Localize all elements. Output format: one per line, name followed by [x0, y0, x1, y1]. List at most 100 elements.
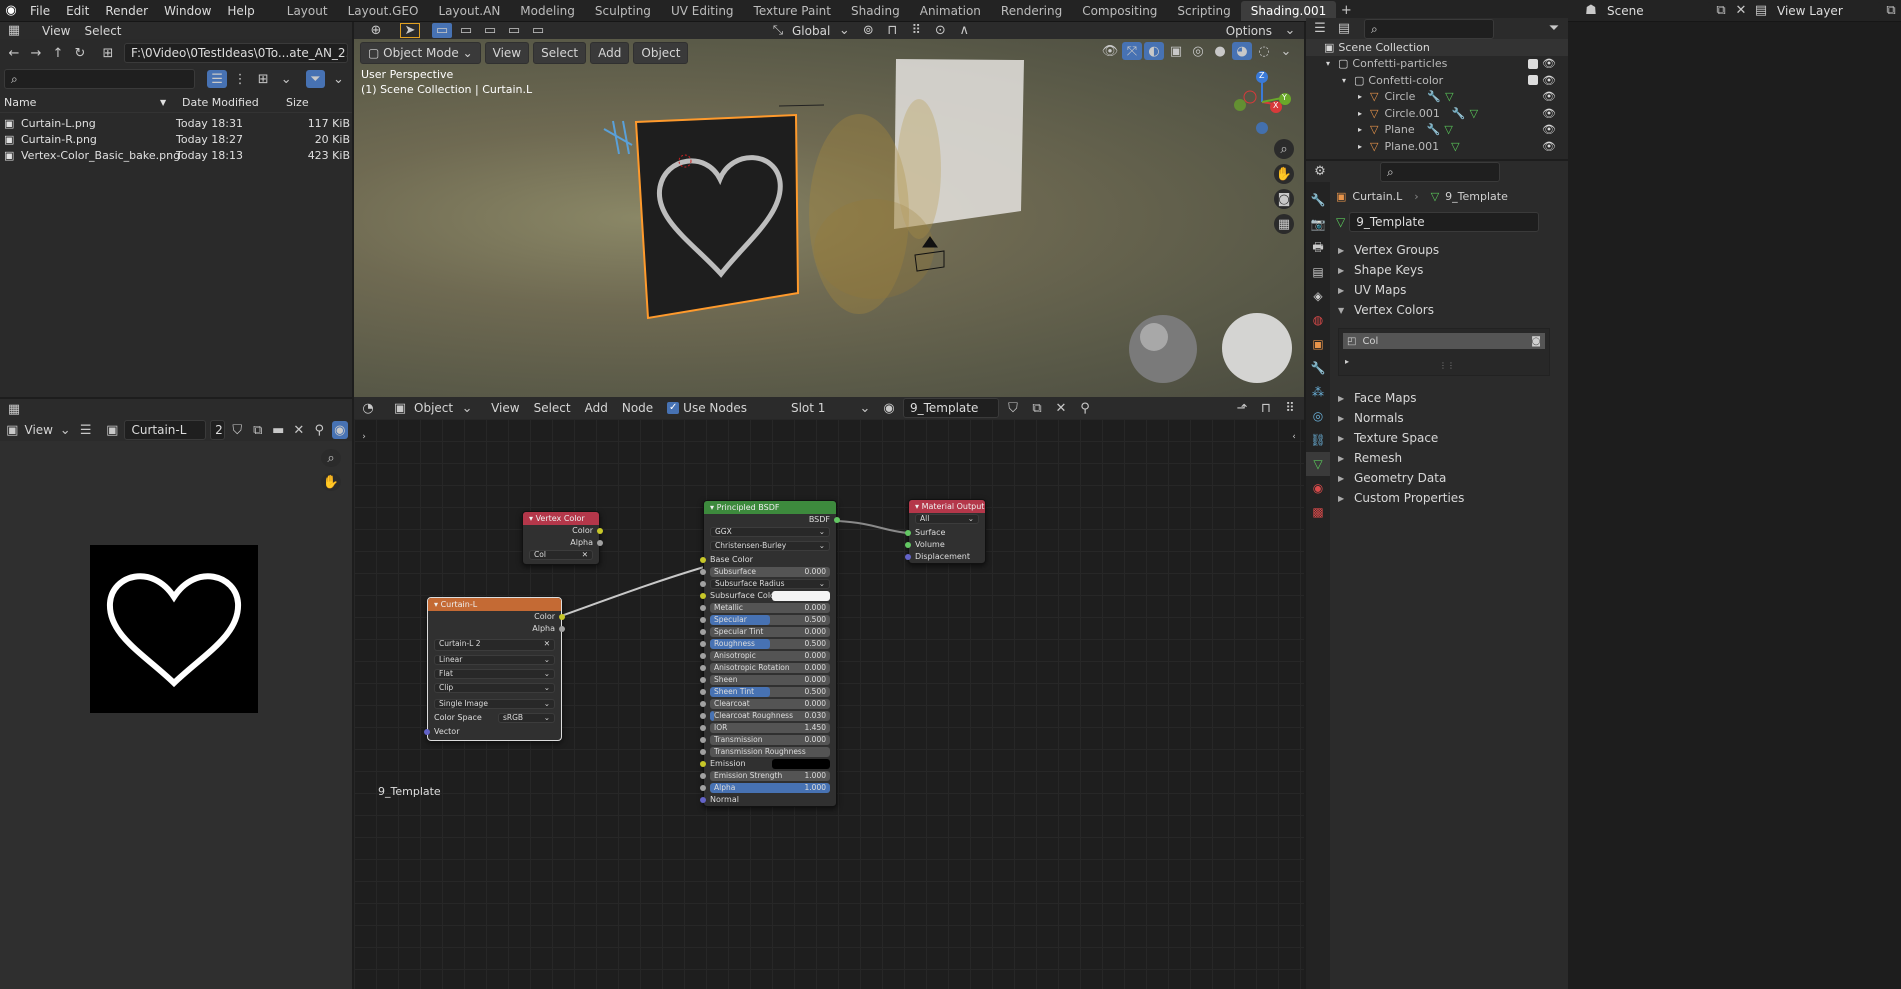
image-name-field[interactable]: Curtain-L [124, 420, 207, 440]
file-row[interactable]: ▣ Vertex-Color_Basic_bake.png Today 18:13 4… [0, 147, 352, 163]
editor-type-icon[interactable]: ▦ [4, 23, 24, 38]
value-slider[interactable]: Transmission Roughness0.000 [710, 747, 830, 757]
color-socket[interactable] [700, 557, 706, 563]
material-tab-icon[interactable]: ◉ [1306, 476, 1330, 500]
bsdf-input-row[interactable]: Sheen 0.000 [700, 674, 836, 686]
expand-chevron-icon[interactable]: ▾ [1326, 59, 1330, 68]
subsurface-method-dropdown[interactable]: Christensen-Burley ⌄ [710, 541, 830, 551]
orientation-dropdown[interactable]: Global [792, 24, 830, 38]
expand-chevron-icon[interactable]: ▸ [1358, 109, 1362, 118]
mesh-name-field[interactable]: 9_Template [1349, 212, 1540, 232]
bsdf-input-row[interactable]: Specular 0.500 [700, 614, 836, 626]
image-texture-node[interactable]: ▾ Curtain-L Color Alpha Curtain-L 2 ✕ Li… [424, 597, 565, 741]
expand-chevron-icon[interactable]: ▾ [1342, 76, 1346, 85]
select-tool-icon[interactable]: ➤ [400, 23, 420, 38]
pin-icon[interactable]: ⚲ [311, 421, 328, 439]
outliner-row[interactable]: ▣ Scene Collection [1306, 39, 1568, 56]
back-arrow-icon[interactable]: ← [4, 44, 24, 62]
vertex-color-node[interactable]: ▾ Vertex Color Color Alpha Col ✕ [522, 511, 603, 565]
open-image-folder-icon[interactable]: ▬ [270, 421, 287, 439]
layer-field[interactable]: Col ✕ [529, 550, 593, 560]
bsdf-input-row[interactable]: Emission Strength 1.000 [700, 770, 836, 782]
float-socket[interactable] [597, 540, 603, 546]
copy-scene-icon[interactable]: ⧉ [1711, 2, 1731, 20]
pan-hand-icon[interactable]: ✋ [1274, 164, 1294, 184]
outliner-row[interactable]: ▸ ▽ Plane.001 ▽ 👁 [1306, 138, 1568, 155]
panel-face-maps[interactable]: ▶ Face Maps [1330, 388, 1568, 408]
tab-animation[interactable]: Animation [910, 1, 991, 21]
view-chevron-icon[interactable]: ⌄ [57, 421, 74, 439]
float-socket[interactable] [700, 605, 706, 611]
constraints-tab-icon[interactable]: ⛓ [1306, 428, 1330, 452]
tab-scripting[interactable]: Scripting [1167, 1, 1240, 21]
panel-uv-maps[interactable]: ▶ UV Maps [1330, 280, 1568, 300]
value-slider[interactable]: Emission Strength 1.000 [710, 771, 830, 781]
filter-icon[interactable]: ⏷ [305, 70, 325, 88]
render-target-dropdown[interactable]: All ⌄ [915, 514, 979, 524]
object-tab-icon[interactable]: ▣ [1306, 332, 1330, 356]
color-socket[interactable] [597, 528, 603, 534]
bsdf-input-row[interactable]: Anisotropic 0.000 [700, 650, 836, 662]
panel-shape-keys[interactable]: ▶ Shape Keys [1330, 260, 1568, 280]
fb-menu-select[interactable]: Select [84, 24, 121, 38]
projection-dropdown[interactable]: Flat ⌄ [434, 669, 555, 679]
outliner-search-input[interactable]: ⌕ [1364, 18, 1494, 39]
image-users-count[interactable]: 2 [210, 420, 226, 440]
value-slider[interactable]: Alpha 1.000 [710, 783, 830, 793]
scene-tab-icon[interactable]: ◈ [1306, 284, 1330, 308]
blender-logo-icon[interactable]: ◉ [0, 2, 22, 20]
world-tab-icon[interactable]: ◍ [1306, 308, 1330, 332]
properties-editor-type-icon[interactable]: ⚙ [1310, 163, 1330, 181]
sidebar-toggle-icon[interactable]: ‹ [1284, 428, 1304, 446]
float-socket[interactable] [700, 773, 706, 779]
options-chevron-icon[interactable]: ⌄ [1280, 23, 1300, 38]
zoom-icon[interactable]: ⌕ [321, 449, 341, 467]
value-slider[interactable]: Specular 0.500 [710, 615, 830, 625]
menu-help[interactable]: Help [219, 0, 262, 22]
float-socket[interactable] [700, 569, 706, 575]
pan-hand-icon[interactable]: ✋ [321, 473, 341, 491]
value-slider[interactable]: IOR 1.450 [710, 723, 830, 733]
physics-tab-icon[interactable]: ◎ [1306, 404, 1330, 428]
close-scene-icon[interactable]: ✕ [1731, 2, 1751, 20]
float-socket[interactable] [700, 749, 706, 755]
value-slider[interactable]: Clearcoat Roughness 0.030 [710, 711, 830, 721]
forward-arrow-icon[interactable]: → [26, 44, 46, 62]
include-checkbox[interactable] [1528, 58, 1538, 69]
value-slider[interactable]: Metallic 0.000 [710, 603, 830, 613]
value-slider[interactable]: Sheen Tint 0.500 [710, 687, 830, 697]
float-socket[interactable] [700, 725, 706, 731]
bsdf-input-row[interactable]: Sheen Tint 0.500 [700, 686, 836, 698]
filter-settings-chevron-icon[interactable]: ⌄ [329, 70, 348, 88]
value-slider[interactable]: Anisotropic Rotation 0.000 [710, 663, 830, 673]
image-editor-type-icon[interactable]: ▣ [4, 421, 21, 439]
panel-vertex-groups[interactable]: ▶ Vertex Groups [1330, 240, 1568, 260]
particles-tab-icon[interactable]: ⁂ [1306, 380, 1330, 404]
shader-socket[interactable] [905, 530, 911, 536]
shader-socket[interactable] [905, 542, 911, 548]
bsdf-input-row[interactable]: Metallic 0.000 [700, 602, 836, 614]
float-socket[interactable] [700, 713, 706, 719]
unlink-image-icon[interactable]: ✕ [291, 421, 308, 439]
panel-custom-properties[interactable]: ▶ Custom Properties [1330, 488, 1568, 508]
proportional-edit-icon[interactable]: ⊙ [930, 23, 950, 38]
float-socket[interactable] [700, 737, 706, 743]
expand-chevron-icon[interactable]: ▸ [1358, 142, 1362, 151]
bsdf-input-row[interactable]: Specular Tint 0.000 [700, 626, 836, 638]
bsdf-input-row[interactable]: Alpha 1.000 [700, 782, 836, 794]
display-settings-chevron-icon[interactable]: ⌄ [277, 70, 296, 88]
principled-bsdf-node[interactable]: ▾ Principled BSDF BSDF GGX ⌄ Christensen-… [700, 500, 840, 807]
tab-compositing[interactable]: Compositing [1072, 1, 1167, 21]
eye-icon[interactable]: 👁 [1542, 90, 1556, 103]
expand-chevron-icon[interactable]: ▸ [1358, 92, 1362, 101]
color-socket[interactable] [700, 593, 706, 599]
snap-target-icon[interactable]: ⠿ [906, 23, 926, 38]
float-socket[interactable] [700, 581, 706, 587]
bsdf-input-row[interactable]: Normal [700, 794, 836, 806]
menu-window[interactable]: Window [156, 0, 219, 22]
value-slider[interactable]: Subsurface 0.000 [710, 567, 830, 577]
snap-icon[interactable]: ⊓ [882, 23, 902, 38]
image-view-toggle-icon[interactable]: ◉ [331, 421, 349, 439]
modifier-tab-icon[interactable]: 🔧 [1306, 356, 1330, 380]
thumbnails-icon[interactable]: ⊞ [254, 70, 273, 88]
